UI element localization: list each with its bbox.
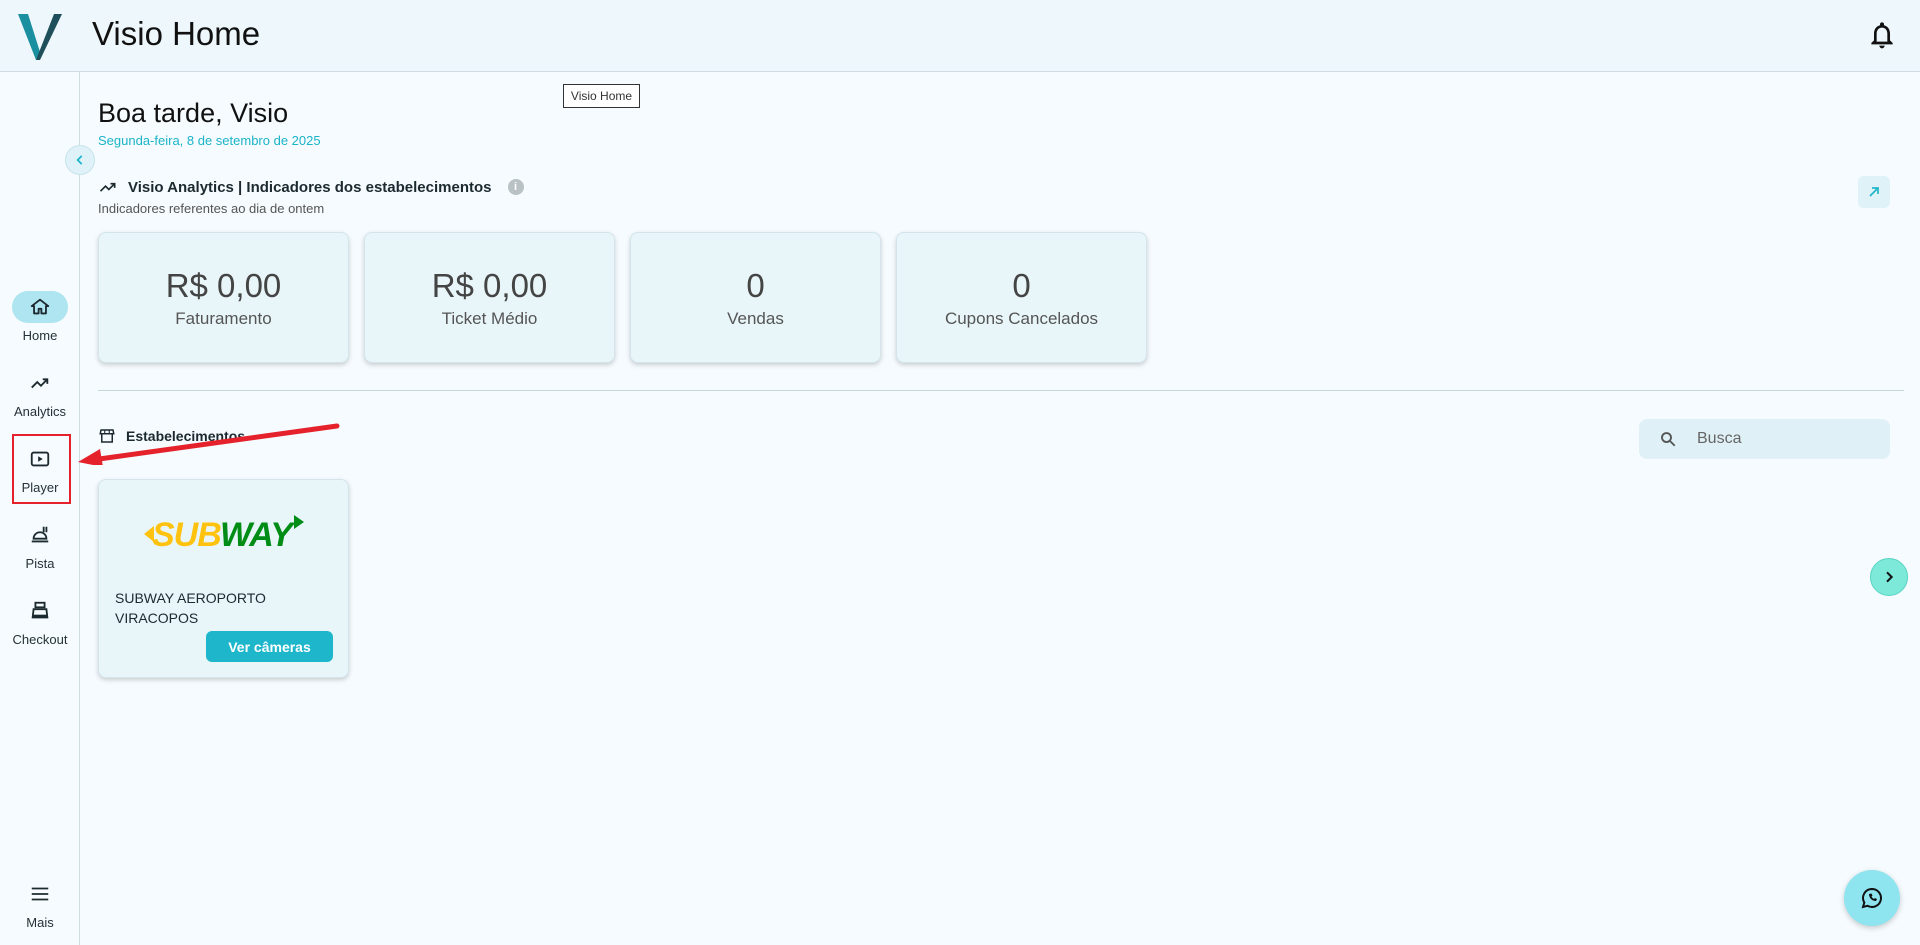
search-box xyxy=(1639,419,1890,459)
arrow-top-right-icon xyxy=(1869,187,1879,197)
cash-register-icon xyxy=(31,601,49,619)
kpi-value: R$ 0,00 xyxy=(431,266,548,304)
search-input[interactable] xyxy=(1697,430,1877,448)
establishment-name: SUBWAY AEROPORTO VIRACOPOS xyxy=(115,590,266,626)
view-cameras-button[interactable]: Ver câmeras xyxy=(206,631,333,662)
current-date: Segunda-feira, 8 de setembro de 2025 xyxy=(98,133,321,148)
sidebar-item-more[interactable]: Mais xyxy=(0,878,80,944)
svg-text:WAY: WAY xyxy=(220,516,296,552)
kpi-card-ticket-medio: R$ 0,00 Ticket Médio xyxy=(364,232,615,363)
establishments-title-text: Estabelecimentos xyxy=(126,428,246,444)
kpi-value: R$ 0,00 xyxy=(165,266,282,304)
top-app-bar: Visio Home xyxy=(0,0,1920,72)
info-icon[interactable]: i xyxy=(507,179,524,195)
sidebar-item-label: Checkout xyxy=(12,632,68,647)
kpi-label: Ticket Médio xyxy=(441,308,538,328)
menu-icon xyxy=(31,887,49,901)
kpi-value: 0 xyxy=(1012,266,1031,304)
sidebar-item-label: Pista xyxy=(25,556,55,571)
bell-icon[interactable] xyxy=(1866,18,1898,52)
kpi-card-vendas: 0 Vendas xyxy=(630,232,881,363)
kpi-card-cupons-cancelados: 0 Cupons Cancelados xyxy=(896,232,1147,363)
sidebar-item-label: Mais xyxy=(26,915,54,930)
visio-logo[interactable] xyxy=(18,14,62,60)
open-analytics-button[interactable] xyxy=(1858,176,1890,208)
sidebar-collapse-button[interactable] xyxy=(65,145,95,175)
kpi-label: Faturamento xyxy=(175,308,272,328)
app-title: Visio Home xyxy=(92,15,261,52)
establishments-section-title: Estabelecimentos xyxy=(98,427,245,445)
sidebar-item-analytics[interactable]: Analytics xyxy=(0,367,80,433)
sidebar-item-checkout[interactable]: Checkout xyxy=(0,595,80,661)
storefront-icon xyxy=(99,429,115,443)
trending-up-icon xyxy=(31,378,49,389)
sidebar-item-pista[interactable]: Pista xyxy=(0,519,80,585)
pista-icon-wrap xyxy=(12,519,68,551)
kpi-card-faturamento: R$ 0,00 Faturamento xyxy=(98,232,349,363)
kpi-label: Cupons Cancelados xyxy=(944,308,1099,328)
analytics-section-title: Visio Analytics | Indicadores dos estabe… xyxy=(98,175,524,199)
player-highlight-box xyxy=(12,434,71,504)
svg-text:SUB: SUB xyxy=(152,516,221,552)
checkout-icon-wrap xyxy=(12,595,68,627)
whatsapp-icon xyxy=(1861,887,1882,909)
chevron-left-icon xyxy=(76,155,83,165)
home-icon-wrap xyxy=(12,291,68,323)
analytics-icon-wrap xyxy=(12,367,68,399)
sidebar-item-label: Analytics xyxy=(13,404,67,419)
kpi-label: Vendas xyxy=(727,308,784,328)
sidebar-item-label: Home xyxy=(22,328,58,343)
establishment-card[interactable]: SUB WAY SUBWAY AEROPORTO VIRACOPOS Ver c… xyxy=(98,479,349,678)
sidebar: Home Analytics Player Pista Checkout Mai… xyxy=(0,72,80,945)
tooltip: Visio Home xyxy=(563,84,640,108)
section-divider xyxy=(98,390,1904,391)
food-tray-icon xyxy=(31,526,49,543)
greeting: Boa tarde, Visio xyxy=(98,98,289,128)
sidebar-item-home[interactable]: Home xyxy=(0,291,80,357)
chevron-right-icon xyxy=(1886,571,1894,583)
kpi-value: 0 xyxy=(746,266,765,304)
home-icon xyxy=(30,298,50,315)
carousel-next-button[interactable] xyxy=(1870,558,1908,596)
subway-logo: SUB WAY xyxy=(144,515,304,552)
analytics-title-text: Visio Analytics | Indicadores dos estabe… xyxy=(128,178,492,196)
more-icon-wrap xyxy=(12,878,68,910)
trending-up-icon xyxy=(99,182,116,192)
search-icon xyxy=(1661,432,1676,447)
analytics-subtitle: Indicadores referentes ao dia de ontem xyxy=(98,201,325,216)
whatsapp-button[interactable] xyxy=(1844,870,1900,926)
